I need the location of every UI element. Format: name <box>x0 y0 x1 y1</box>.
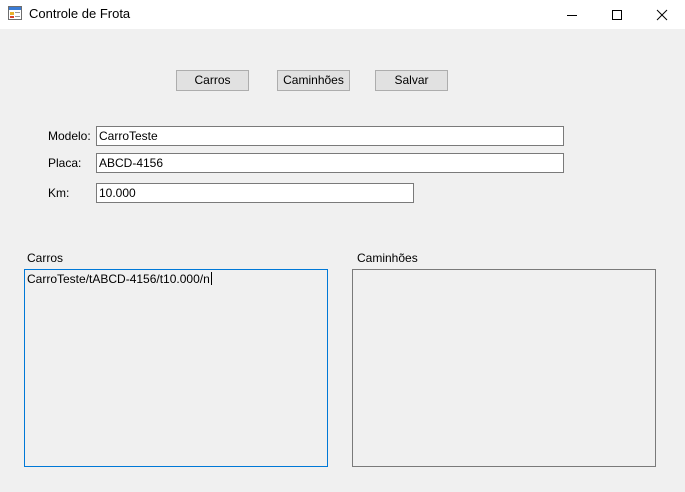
carros-button[interactable]: Carros <box>176 70 249 91</box>
km-label: Km: <box>48 186 70 200</box>
main-window: Controle de Frota Carros Caminhões Salva… <box>0 0 685 492</box>
window-title: Controle de Frota <box>29 6 131 21</box>
maximize-icon <box>612 9 622 20</box>
title-bar[interactable]: Controle de Frota <box>0 0 685 29</box>
close-button[interactable] <box>639 0 685 29</box>
carros-textarea[interactable]: CarroTeste/tABCD-4156/t10.000/n <box>24 269 328 467</box>
close-icon <box>656 9 668 20</box>
placa-field[interactable]: ABCD-4156 <box>96 153 564 173</box>
modelo-field[interactable]: CarroTeste <box>96 126 564 146</box>
minimize-button[interactable] <box>549 0 595 29</box>
carros-list-label: Carros <box>27 251 64 265</box>
text-caret <box>210 272 212 285</box>
caminhoes-list-label: Caminhões <box>357 251 418 265</box>
minimize-icon <box>567 14 577 16</box>
form-icon <box>8 6 22 20</box>
placa-label: Placa: <box>48 156 82 170</box>
maximize-button[interactable] <box>594 0 640 29</box>
salvar-button[interactable]: Salvar <box>375 70 448 91</box>
caminhoes-button[interactable]: Caminhões <box>277 70 350 91</box>
caminhoes-textarea[interactable] <box>352 269 656 467</box>
modelo-label: Modelo: <box>48 129 91 143</box>
carros-textarea-content: CarroTeste/tABCD-4156/t10.000/n <box>27 272 210 286</box>
km-field[interactable]: 10.000 <box>96 183 414 203</box>
